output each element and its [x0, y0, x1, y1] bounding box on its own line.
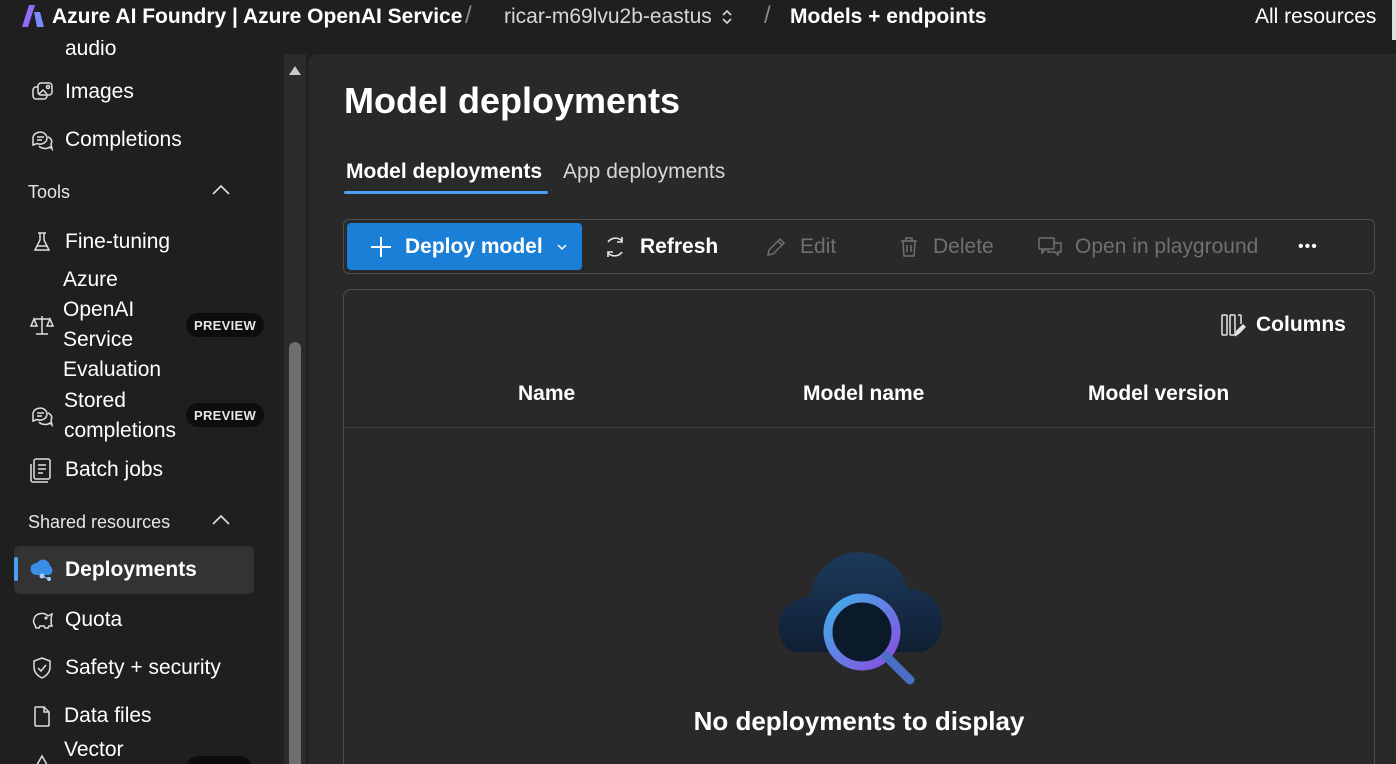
- page-title: Model deployments: [344, 80, 681, 121]
- label-line: Service: [63, 328, 134, 351]
- document-icon: [28, 702, 56, 730]
- sidebar-item-audio[interactable]: audio: [14, 40, 254, 72]
- sidebar: audio Images Completions Tools Fine-tuni…: [0, 40, 284, 764]
- sidebar-item-images[interactable]: Images: [14, 69, 254, 115]
- label-line: completions: [64, 419, 177, 442]
- page-scrollbar-edge: [1392, 0, 1396, 40]
- sidebar-item-label: Quota: [65, 608, 123, 631]
- chevron-up-icon: [212, 184, 230, 195]
- deploy-model-label: Deploy model: [405, 234, 543, 258]
- flask-icon: [28, 228, 56, 256]
- sidebar-item-label: Fine-tuning: [65, 230, 171, 253]
- scrollbar-thumb[interactable]: [289, 342, 301, 764]
- label-line: Stored: [64, 389, 126, 412]
- delete-label: Delete: [933, 234, 994, 258]
- sidebar-item-label: Azure OpenAI Service Evaluation: [63, 265, 188, 385]
- section-title: Shared resources: [28, 511, 171, 532]
- preview-badge: PREVIEW: [186, 313, 265, 337]
- top-bar: Azure AI Foundry | Azure OpenAI Service …: [0, 0, 1396, 40]
- sidebar-item-vector-stores[interactable]: Vector: [14, 738, 254, 764]
- chevron-up-down-icon: [722, 9, 732, 25]
- chevron-up-icon: [212, 514, 230, 525]
- columns-icon: [1221, 314, 1246, 337]
- breadcrumb-separator: /: [465, 2, 472, 29]
- deployments-grid: Columns Name Model name Model version No…: [343, 289, 1375, 764]
- sidebar-item-label: Stored completions: [64, 386, 189, 446]
- empty-state-message: No deployments to display: [693, 706, 1025, 736]
- label-line: Azure: [63, 268, 118, 291]
- image-icon: [28, 78, 56, 106]
- cloud-deploy-icon: [28, 556, 56, 584]
- resource-switcher[interactable]: ricar-m69lvu2b-eastus: [504, 5, 734, 29]
- open-in-playground-button[interactable]: Open in playground: [1037, 223, 1258, 270]
- tab-model-deployments[interactable]: Model deployments: [344, 158, 549, 194]
- tools-section-header[interactable]: Tools: [28, 177, 238, 207]
- refresh-label: Refresh: [640, 234, 719, 258]
- batch-icon: [28, 456, 56, 484]
- sidebar-item-label: Data files: [64, 704, 152, 727]
- columns-button[interactable]: Columns: [1220, 312, 1346, 338]
- label-line: OpenAI: [63, 298, 135, 321]
- piggy-bank-icon: [28, 606, 56, 634]
- shared-resources-section-header[interactable]: Shared resources: [28, 507, 238, 537]
- sidebar-item-label: audio: [65, 40, 117, 60]
- refresh-icon: [607, 236, 623, 257]
- sidebar-item-label: Completions: [65, 128, 182, 151]
- empty-cloud-search-icon: [778, 552, 943, 685]
- more-actions-button[interactable]: •••: [1298, 223, 1318, 270]
- resource-name: ricar-m69lvu2b-eastus: [504, 5, 712, 28]
- delete-button[interactable]: Delete: [897, 223, 994, 270]
- columns-label: Columns: [1256, 313, 1346, 336]
- preview-badge: [186, 756, 252, 764]
- scroll-up-arrow-icon[interactable]: [289, 66, 301, 75]
- plus-icon: [371, 236, 391, 257]
- refresh-button[interactable]: Refresh: [602, 223, 718, 270]
- command-toolbar: Deploy model Refresh Edit Delete Open in…: [343, 219, 1375, 274]
- edit-button[interactable]: Edit: [764, 223, 836, 270]
- chat-icon: [28, 402, 56, 430]
- more-icon: •••: [1298, 237, 1318, 255]
- breadcrumb-separator: /: [764, 2, 771, 29]
- app-title[interactable]: Azure AI Foundry | Azure OpenAI Service: [52, 5, 462, 29]
- playground-chat-icon: [1038, 236, 1062, 257]
- sidebar-item-data-files[interactable]: Data files: [14, 693, 254, 739]
- vector-store-icon: [28, 749, 56, 764]
- column-header-model-version[interactable]: Model version: [1088, 382, 1229, 406]
- sidebar-item-completions[interactable]: Completions: [14, 117, 254, 163]
- sidebar-item-stored-completions[interactable]: Stored completions PREVIEW: [14, 384, 265, 448]
- sidebar-item-label: Batch jobs: [65, 458, 164, 481]
- edit-label: Edit: [800, 234, 837, 258]
- sidebar-item-label: Safety + security: [65, 656, 221, 679]
- sidebar-item-label: Vector: [64, 738, 124, 761]
- header-divider: [344, 427, 1374, 428]
- preview-badge: PREVIEW: [186, 403, 265, 427]
- chevron-down-icon: [557, 243, 567, 250]
- deploy-model-button[interactable]: Deploy model: [347, 223, 582, 270]
- sidebar-item-quota[interactable]: Quota: [14, 597, 254, 643]
- sidebar-item-deployments[interactable]: Deployments: [14, 546, 254, 594]
- sidebar-item-label: Images: [65, 80, 134, 103]
- section-title: Tools: [28, 181, 71, 202]
- scale-icon: [28, 311, 56, 339]
- azure-ai-foundry-logo-icon[interactable]: [20, 3, 46, 29]
- pencil-icon: [767, 237, 786, 256]
- column-header-model-name[interactable]: Model name: [803, 382, 924, 406]
- column-header-name[interactable]: Name: [518, 382, 575, 406]
- main-content: Model deployments Model deployments App …: [308, 54, 1396, 764]
- sidebar-item-fine-tuning[interactable]: Fine-tuning: [14, 219, 254, 265]
- sidebar-item-aoai-evaluation[interactable]: Azure OpenAI Service Evaluation PREVIEW: [14, 264, 265, 386]
- sidebar-item-safety-security[interactable]: Safety + security: [14, 645, 254, 691]
- tab-app-deployments[interactable]: App deployments: [561, 158, 727, 194]
- sidebar-item-batch-jobs[interactable]: Batch jobs: [14, 447, 254, 493]
- all-resources-link[interactable]: All resources: [1255, 5, 1376, 29]
- label-line: Evaluation: [63, 358, 162, 381]
- trash-icon: [901, 236, 917, 257]
- sidebar-scrollbar[interactable]: [284, 54, 306, 764]
- sidebar-item-label: Deployments: [65, 558, 197, 581]
- playground-label: Open in playground: [1075, 234, 1259, 258]
- shield-icon: [28, 654, 56, 682]
- chat-icon: [28, 126, 56, 154]
- breadcrumb-current-page[interactable]: Models + endpoints: [790, 5, 987, 29]
